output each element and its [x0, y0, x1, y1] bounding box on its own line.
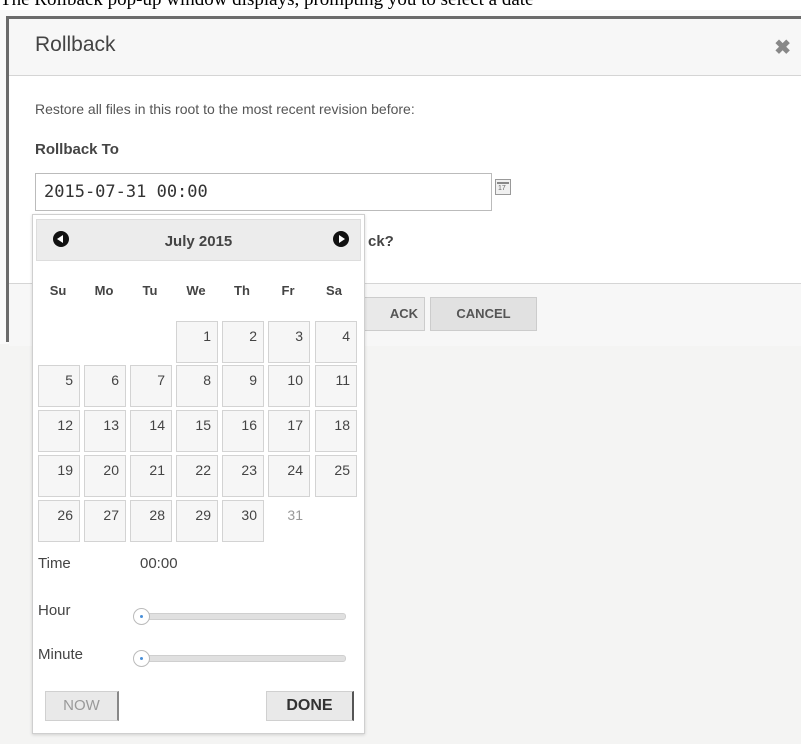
arrow-right-circle-icon[interactable]: [333, 231, 349, 247]
datepicker-header: July 2015: [36, 219, 361, 261]
calendar-day[interactable]: 4: [315, 321, 357, 363]
calendar-day[interactable]: 15: [176, 410, 218, 452]
calendar-day[interactable]: 24: [268, 455, 310, 497]
calendar-day[interactable]: 23: [222, 455, 264, 497]
weekday-header: Th: [234, 283, 250, 298]
calendar-icon[interactable]: [495, 179, 511, 195]
minute-slider-handle[interactable]: [133, 650, 150, 667]
weekday-header: Mo: [94, 283, 114, 298]
calendar-day[interactable]: 16: [222, 410, 264, 452]
calendar-day[interactable]: 11: [315, 365, 357, 407]
close-icon[interactable]: ✖: [774, 35, 791, 60]
calendar-day[interactable]: 25: [315, 455, 357, 497]
calendar-day[interactable]: 30: [222, 500, 264, 542]
weekday-header: Su: [49, 283, 67, 298]
calendar-day[interactable]: 6: [84, 365, 126, 407]
weekday-header: Fr: [281, 283, 295, 298]
now-button[interactable]: NOW: [45, 691, 119, 721]
calendar-day[interactable]: 26: [38, 500, 80, 542]
calendar-day[interactable]: 12: [38, 410, 80, 452]
confirm-question: ck?: [368, 233, 394, 250]
calendar-day[interactable]: 21: [130, 455, 172, 497]
calendar-day[interactable]: 22: [176, 455, 218, 497]
dialog-header: Rollback ✖: [9, 19, 801, 76]
done-button[interactable]: DONE: [266, 691, 354, 721]
time-value: 00:00: [140, 555, 178, 572]
calendar-day[interactable]: 9: [222, 365, 264, 407]
calendar-day[interactable]: 13: [84, 410, 126, 452]
calendar-day[interactable]: 2: [222, 321, 264, 363]
weekday-header: We: [186, 283, 206, 298]
calendar-day[interactable]: 17: [268, 410, 310, 452]
rollback-date-input[interactable]: [35, 173, 492, 211]
calendar-day[interactable]: 18: [315, 410, 357, 452]
calendar-day[interactable]: 29: [176, 500, 218, 542]
calendar-day[interactable]: 27: [84, 500, 126, 542]
dialog-title: Rollback: [35, 33, 116, 56]
time-label: Time: [38, 555, 71, 572]
restore-description: Restore all files in this root to the mo…: [35, 101, 415, 117]
calendar-day[interactable]: 1: [176, 321, 218, 363]
weekday-header: Tu: [142, 283, 158, 298]
weekday-header: Sa: [326, 283, 342, 298]
calendar-day[interactable]: 20: [84, 455, 126, 497]
month-title: July 2015: [164, 233, 233, 250]
calendar-day[interactable]: 28: [130, 500, 172, 542]
calendar-day[interactable]: 7: [130, 365, 172, 407]
calendar-day[interactable]: 19: [38, 455, 80, 497]
calendar-day[interactable]: 10: [268, 365, 310, 407]
hour-label: Hour: [38, 602, 71, 619]
minute-label: Minute: [38, 646, 84, 663]
page-caption: The Rollback pop-up window displays, pro…: [0, 0, 801, 10]
cancel-button[interactable]: CANCEL: [430, 297, 537, 331]
hour-slider-handle[interactable]: [133, 608, 150, 625]
hour-slider[interactable]: [133, 608, 346, 625]
rollback-to-label: Rollback To: [35, 141, 119, 158]
calendar-day[interactable]: 8: [176, 365, 218, 407]
calendar-day[interactable]: 3: [268, 321, 310, 363]
minute-slider[interactable]: [133, 650, 346, 667]
datepicker-popup: July 2015 Su Mo Tu We Th Fr Sa 1 2 3 4 5…: [32, 214, 365, 734]
calendar-day-current[interactable]: 31: [268, 500, 310, 542]
calendar-day[interactable]: 14: [130, 410, 172, 452]
calendar-day[interactable]: 5: [38, 365, 80, 407]
